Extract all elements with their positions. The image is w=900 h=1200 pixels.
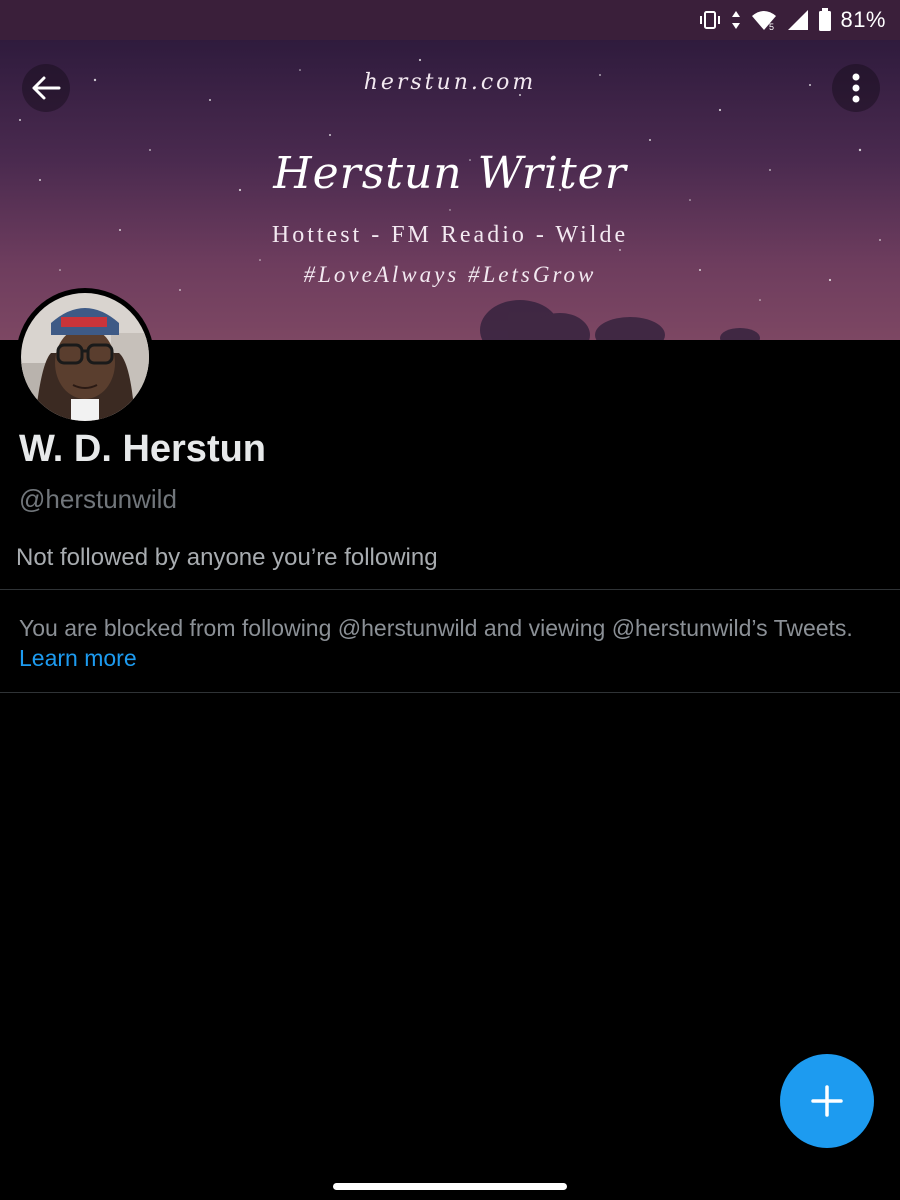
battery-icon bbox=[818, 8, 832, 32]
more-vertical-icon bbox=[852, 73, 860, 103]
profile-handle: @herstunwild bbox=[19, 484, 177, 514]
compose-tweet-button[interactable] bbox=[780, 1054, 874, 1148]
profile-banner[interactable]: herstun.com Herstun Writer Hottest - FM … bbox=[0, 40, 900, 340]
banner-title: Herstun Writer bbox=[273, 148, 627, 199]
learn-more-link[interactable]: Learn more bbox=[19, 643, 889, 673]
divider bbox=[0, 692, 900, 693]
display-name: W. D. Herstun bbox=[19, 428, 267, 470]
avatar-image bbox=[21, 293, 149, 421]
profile-screen: 5 81% herstun.com Herstun Writer Hottest… bbox=[0, 0, 900, 1200]
more-options-button[interactable] bbox=[832, 64, 880, 112]
vibrate-icon bbox=[698, 10, 722, 30]
status-icons: 5 81% bbox=[698, 6, 886, 34]
svg-text:5: 5 bbox=[769, 22, 774, 31]
blocked-message: You are blocked from following @herstunw… bbox=[19, 615, 853, 641]
battery-percent: 81% bbox=[840, 7, 886, 32]
followers-you-know: Not followed by anyone you’re following bbox=[16, 544, 438, 571]
banner-subtitle-2: #LoveAlways #LetsGrow bbox=[303, 262, 597, 287]
data-arrows-icon bbox=[730, 9, 742, 31]
banner-subtitle-1: Hottest - FM Readio - Wilde bbox=[271, 222, 629, 248]
divider bbox=[0, 589, 900, 590]
blocked-notice: You are blocked from following @herstunw… bbox=[19, 613, 889, 673]
back-button[interactable] bbox=[22, 64, 70, 112]
plus-icon bbox=[811, 1085, 843, 1117]
banner-site: herstun.com bbox=[363, 70, 537, 95]
wifi-icon: 5 bbox=[750, 9, 778, 31]
arrow-left-icon bbox=[32, 76, 61, 100]
status-bar: 5 81% bbox=[0, 0, 900, 40]
signal-icon bbox=[786, 9, 810, 31]
avatar[interactable] bbox=[16, 288, 154, 426]
home-indicator[interactable] bbox=[333, 1183, 567, 1190]
